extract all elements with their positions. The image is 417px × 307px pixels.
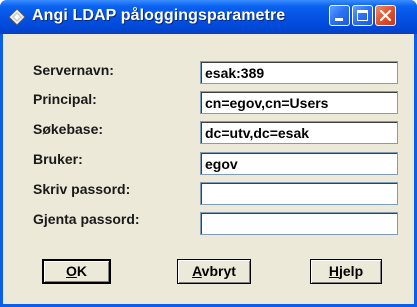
cancel-button[interactable]: Avbryt: [177, 259, 251, 284]
bruker-input[interactable]: egov: [200, 152, 398, 175]
maximize-button[interactable]: [352, 5, 373, 26]
help-mnemonic: H: [328, 263, 339, 279]
skriv-passord-label: Skriv passord:: [33, 181, 131, 197]
ok-mnemonic: O: [65, 263, 77, 279]
maximize-icon: [357, 10, 368, 21]
cancel-mnemonic: A: [192, 263, 202, 279]
ok-button[interactable]: OK: [42, 259, 111, 284]
sokebase-input[interactable]: dc=utv,dc=esak: [200, 121, 398, 144]
close-icon: [379, 9, 392, 22]
app-icon: [8, 8, 26, 26]
bruker-label: Bruker:: [33, 151, 83, 167]
principal-label: Principal:: [33, 91, 97, 107]
ok-label: K: [76, 263, 87, 279]
minimize-icon: [335, 18, 343, 21]
window-title: Angi LDAP påloggingsparametre: [32, 7, 286, 24]
gjenta-passord-label: Gjenta passord:: [33, 211, 140, 227]
skriv-passord-input[interactable]: [200, 182, 398, 205]
close-button[interactable]: [375, 5, 396, 26]
servernavn-label: Servernavn:: [33, 62, 114, 78]
title-bar[interactable]: Angi LDAP påloggingsparametre: [0, 0, 417, 34]
servernavn-input[interactable]: esak:389: [200, 61, 398, 84]
principal-input[interactable]: cn=egov,cn=Users: [200, 91, 398, 114]
dialog-window: Angi LDAP påloggingsparametre Servernavn…: [0, 0, 417, 307]
gjenta-passord-input[interactable]: [200, 212, 398, 235]
help-button[interactable]: Hjelp: [310, 259, 382, 284]
minimize-button[interactable]: [329, 5, 350, 26]
cancel-label: vbryt: [201, 263, 236, 279]
sokebase-label: Søkebase:: [33, 121, 104, 137]
help-label: jelp: [339, 263, 364, 279]
